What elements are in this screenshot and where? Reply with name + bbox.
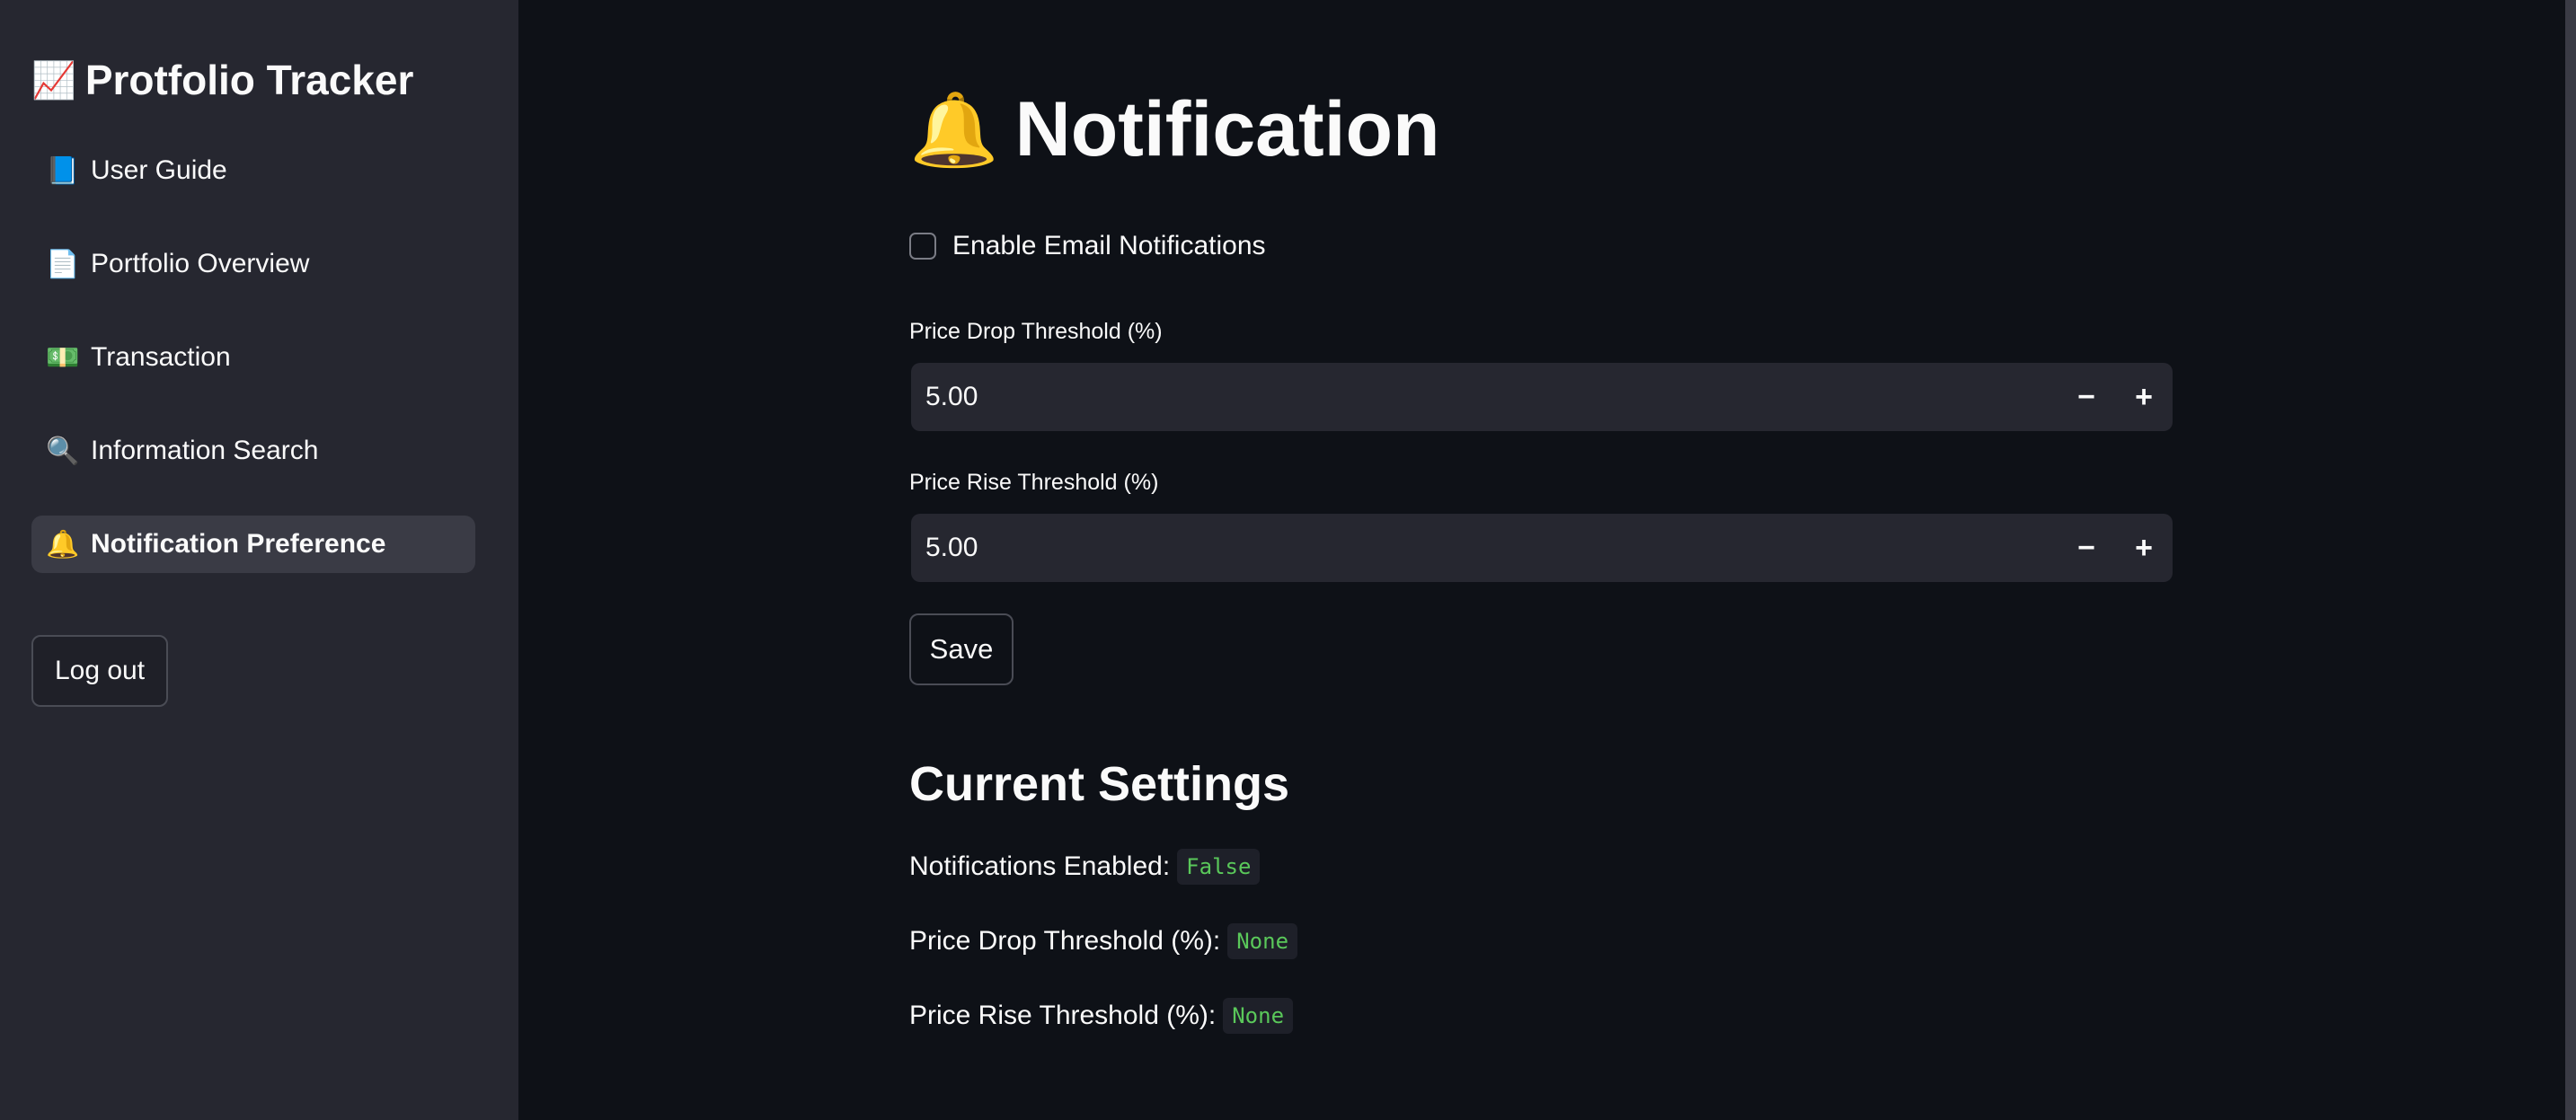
- price-drop-label: Price Drop Threshold (%): [909, 319, 1163, 344]
- sidebar-item-information-search[interactable]: 🔍 Information Search: [31, 422, 475, 480]
- email-notifications-label: Enable Email Notifications: [952, 231, 1266, 260]
- app: 📈 Protfolio Tracker 📘 User Guide 📄 Portf…: [0, 0, 2576, 1120]
- setting-row-price-rise: Price Rise Threshold (%): None: [909, 998, 1294, 1034]
- price-drop-value[interactable]: 5.00: [911, 382, 2058, 412]
- document-icon: 📄: [46, 249, 80, 279]
- page-title: 🔔 Notification: [909, 85, 1440, 174]
- sidebar-item-transaction[interactable]: 💵 Transaction: [31, 329, 475, 386]
- sidebar-item-portfolio-overview[interactable]: 📄 Portfolio Overview: [31, 235, 475, 293]
- chart-icon: 📈: [31, 60, 76, 101]
- sidebar-item-label: Information Search: [91, 436, 319, 465]
- book-icon: 📘: [46, 155, 80, 186]
- sidebar-nav: 📘 User Guide 📄 Portfolio Overview 💵 Tran…: [31, 142, 475, 609]
- setting-label: Notifications Enabled:: [909, 851, 1171, 881]
- price-drop-decrement-button[interactable]: −: [2058, 363, 2115, 431]
- price-rise-label: Price Rise Threshold (%): [909, 470, 1159, 495]
- setting-label: Price Drop Threshold (%):: [909, 926, 1221, 956]
- sidebar-item-label: Transaction: [91, 342, 231, 372]
- setting-row-notifications-enabled: Notifications Enabled: False: [909, 849, 1261, 885]
- setting-label: Price Rise Threshold (%):: [909, 1001, 1217, 1030]
- current-settings-title: Current Settings: [909, 757, 1290, 811]
- price-rise-decrement-button[interactable]: −: [2058, 514, 2115, 582]
- scrollbar[interactable]: [2565, 0, 2576, 1120]
- setting-row-price-drop: Price Drop Threshold (%): None: [909, 923, 1298, 959]
- sidebar-item-label: Portfolio Overview: [91, 249, 310, 278]
- price-rise-increment-button[interactable]: +: [2115, 514, 2173, 582]
- logout-button[interactable]: Log out: [31, 635, 168, 707]
- setting-value: None: [1227, 923, 1298, 959]
- setting-value: None: [1223, 998, 1294, 1034]
- email-notifications-checkbox[interactable]: [909, 233, 936, 260]
- price-rise-input[interactable]: 5.00 − +: [911, 514, 2173, 582]
- sidebar-title-text: Protfolio Tracker: [84, 57, 414, 103]
- sidebar-title: 📈 Protfolio Tracker: [31, 56, 413, 104]
- setting-value: False: [1177, 849, 1261, 885]
- bell-icon: 🔔: [909, 89, 999, 170]
- sidebar-item-label: Notification Preference: [91, 529, 386, 559]
- save-button[interactable]: Save: [909, 613, 1014, 685]
- sidebar-item-notification-preference[interactable]: 🔔 Notification Preference: [31, 516, 475, 573]
- bell-icon: 🔔: [46, 529, 80, 560]
- page-title-text: Notification: [1014, 86, 1440, 172]
- sidebar: 📈 Protfolio Tracker 📘 User Guide 📄 Portf…: [0, 0, 518, 1120]
- price-drop-increment-button[interactable]: +: [2115, 363, 2173, 431]
- sidebar-item-label: User Guide: [91, 155, 227, 185]
- price-rise-value[interactable]: 5.00: [911, 533, 2058, 563]
- sidebar-item-user-guide[interactable]: 📘 User Guide: [31, 142, 475, 199]
- money-icon: 💵: [46, 342, 80, 373]
- price-drop-input[interactable]: 5.00 − +: [911, 363, 2173, 431]
- magnifier-icon: 🔍: [46, 436, 80, 466]
- email-notifications-checkbox-row[interactable]: Enable Email Notifications: [909, 231, 1266, 261]
